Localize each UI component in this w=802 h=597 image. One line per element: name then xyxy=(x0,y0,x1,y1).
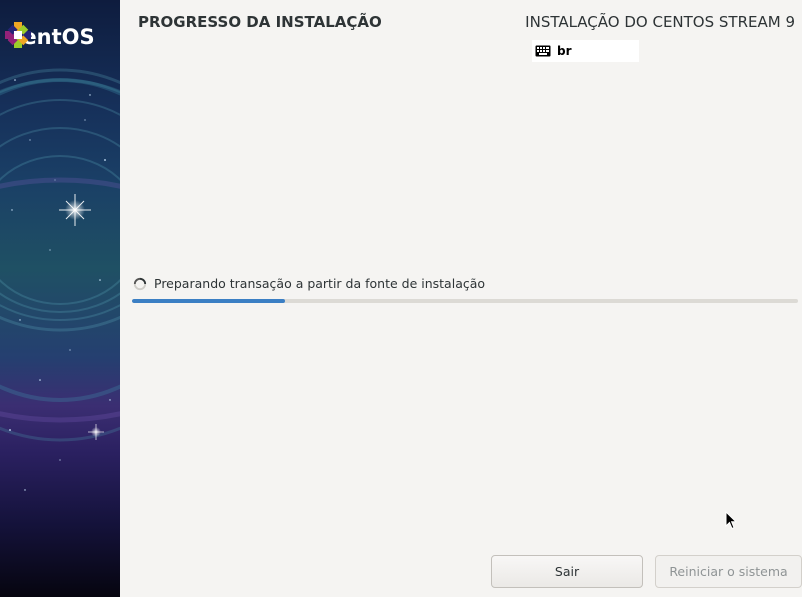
progress-bar-fill xyxy=(132,299,286,303)
spinner-icon xyxy=(133,277,147,290)
progress-status: Preparando transação a partir da fonte d… xyxy=(133,276,485,291)
installation-progress-bar xyxy=(132,299,798,303)
centos-logo-icon xyxy=(5,22,31,48)
installer-window: CentOS PROGRESSO DA INSTALAÇÃO INSTALAÇÃ… xyxy=(0,0,802,597)
sidebar-background-art xyxy=(0,68,120,491)
centos-logo: CentOS xyxy=(3,20,119,54)
page-title: PROGRESSO DA INSTALAÇÃO xyxy=(138,13,382,31)
quit-button[interactable]: Sair xyxy=(491,555,643,588)
sidebar-artwork: CentOS xyxy=(0,0,120,597)
product-title: INSTALAÇÃO DO CENTOS STREAM 9 xyxy=(525,13,795,31)
keyboard-layout-label: br xyxy=(557,44,572,58)
keyboard-icon xyxy=(535,45,551,57)
reboot-button[interactable]: Reiniciar o sistema xyxy=(655,555,802,588)
keyboard-layout-indicator[interactable]: br xyxy=(532,40,639,62)
progress-status-text: Preparando transação a partir da fonte d… xyxy=(154,276,486,291)
mouse-cursor-icon xyxy=(725,511,737,530)
